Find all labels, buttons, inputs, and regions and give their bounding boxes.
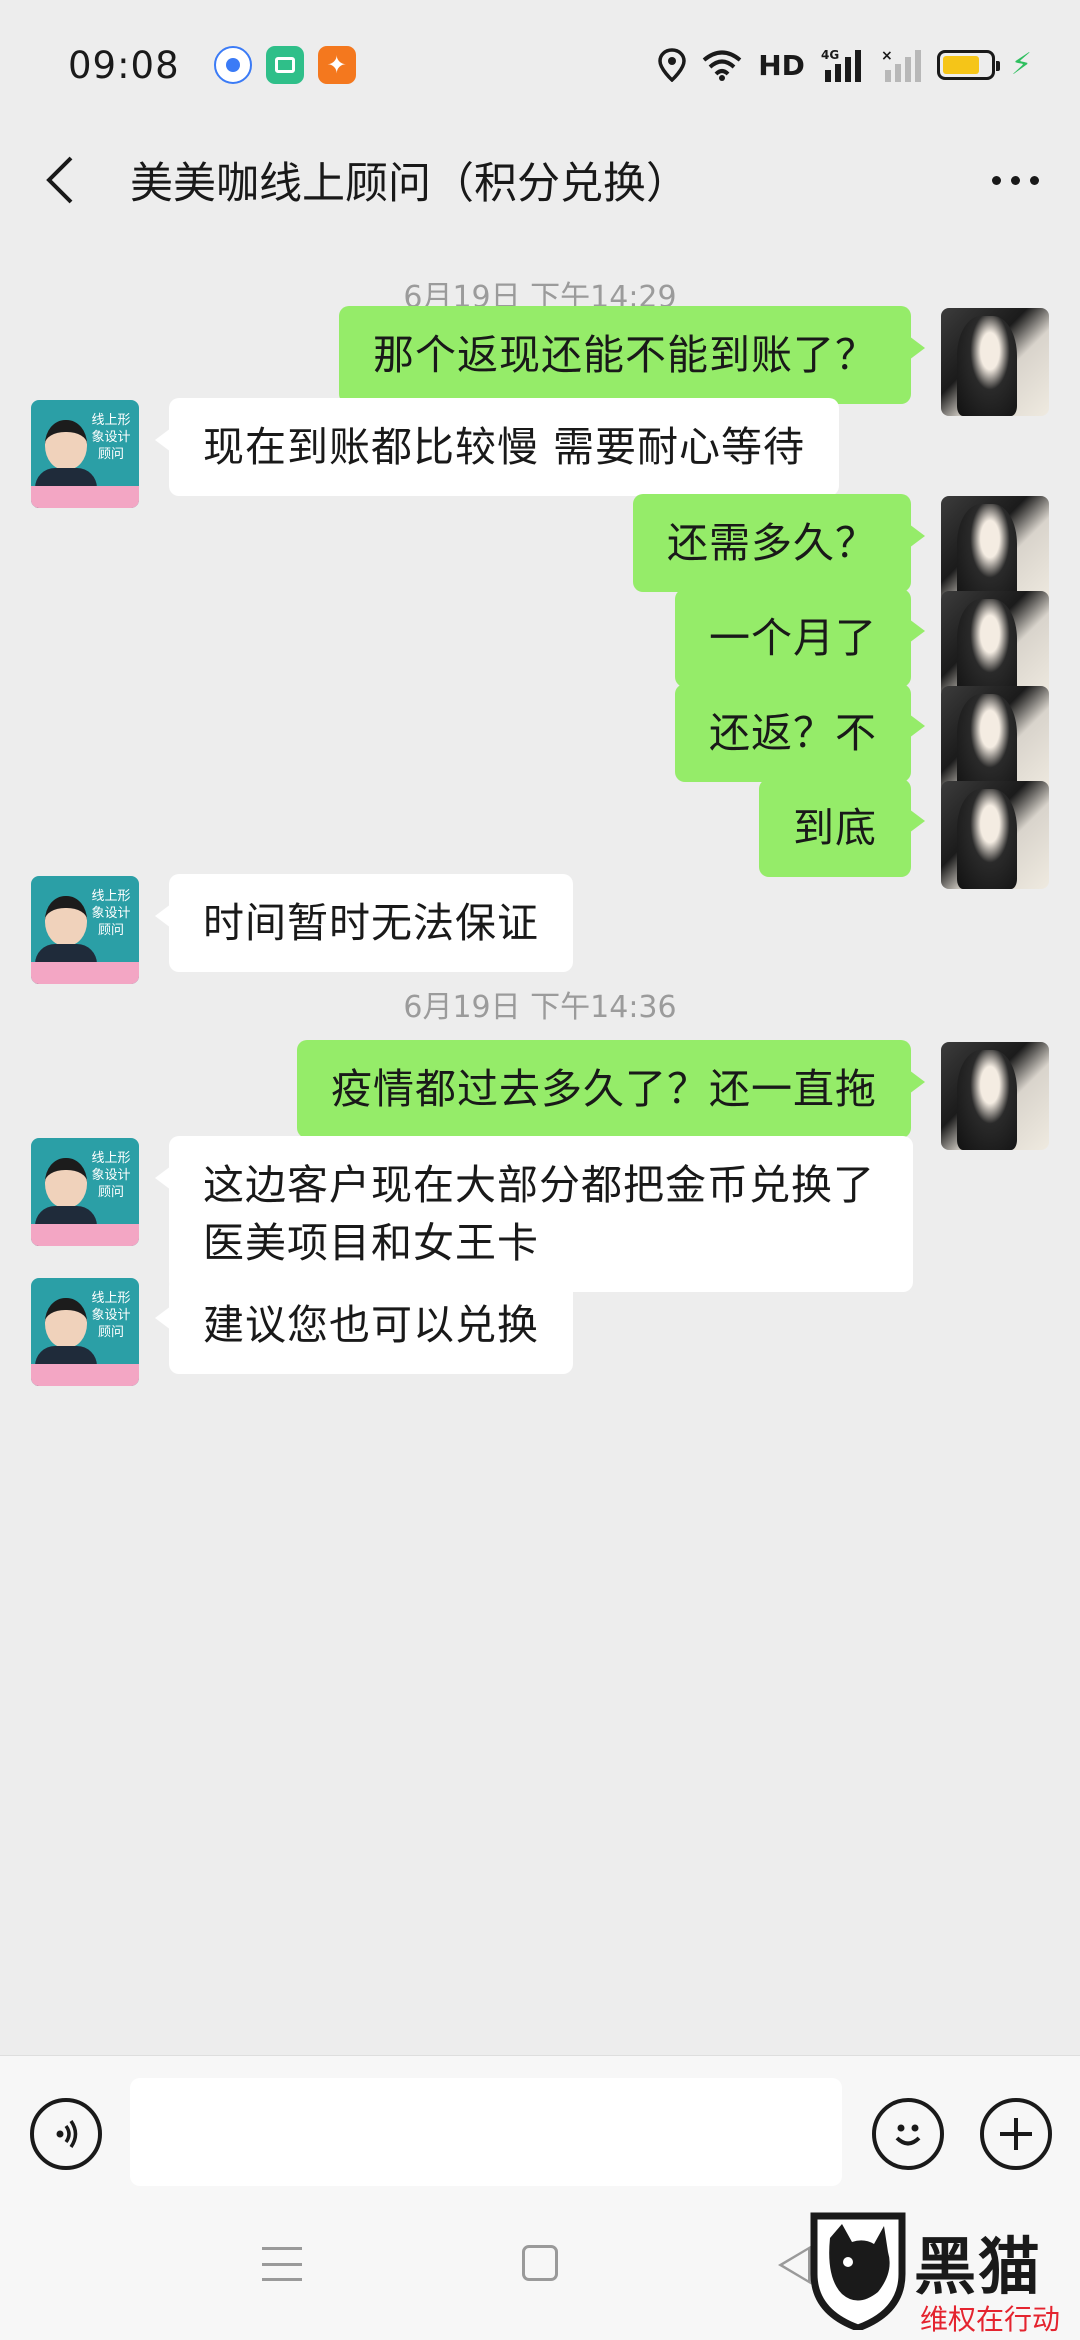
my-avatar[interactable] xyxy=(941,686,1049,794)
more-functions-button[interactable] xyxy=(980,2098,1052,2170)
input-bar xyxy=(0,2055,1080,2195)
watermark-slogan: 维权在行动 xyxy=(920,2303,1061,2336)
message-bubble[interactable]: 还返？不 xyxy=(675,684,925,782)
outgoing-message: 还返？不 xyxy=(0,684,1080,794)
incoming-message: 线上形象设计顾问 这边客户现在大部分都把金币兑换了医美项目和女王卡 xyxy=(0,1136,1080,1292)
location-icon xyxy=(658,48,686,82)
more-dots-icon xyxy=(991,175,1039,185)
advisor-avatar[interactable]: 线上形象设计顾问 xyxy=(31,1278,139,1386)
my-avatar[interactable] xyxy=(941,1042,1049,1150)
watermark-brand: 黑猫 xyxy=(914,2230,1043,2303)
status-bar: 09:08 ✦ HD 4G × ⚡ xyxy=(0,0,1080,130)
incoming-message: 线上形象设计顾问 时间暂时无法保证 xyxy=(0,874,1080,984)
message-bubble[interactable]: 到底 xyxy=(759,779,925,877)
home-button[interactable] xyxy=(522,2245,558,2281)
notification-icons: ✦ xyxy=(213,46,356,84)
chat-header: 美美咖线上顾问（积分兑换） xyxy=(0,130,1080,230)
system-back-button[interactable] xyxy=(778,2245,812,2285)
avatar-tag: 线上形象设计顾问 xyxy=(91,1151,131,1200)
wifi-icon xyxy=(702,50,742,81)
message-bubble[interactable]: 时间暂时无法保证 xyxy=(155,874,573,972)
avatar-tag: 线上形象设计顾问 xyxy=(91,413,131,462)
message-bubble[interactable]: 一个月了 xyxy=(675,589,925,687)
message-bubble[interactable]: 现在到账都比较慢 需要耐心等待 xyxy=(154,398,840,496)
avatar-tag: 线上形象设计顾问 xyxy=(91,1291,131,1340)
incoming-message: 线上形象设计顾问 现在到账都比较慢 需要耐心等待 xyxy=(0,398,1080,508)
message-bubble[interactable]: 那个返现还能不能到账了？ xyxy=(339,306,925,404)
system-icons: HD 4G × ⚡ xyxy=(658,48,1032,82)
advisor-avatar[interactable]: 线上形象设计顾问 xyxy=(31,400,139,508)
emoji-button[interactable] xyxy=(872,2098,944,2170)
my-avatar[interactable] xyxy=(941,781,1049,889)
signal-4g-icon: 4G xyxy=(821,48,861,82)
svg-text:×: × xyxy=(881,48,893,64)
avatar-tag: 线上形象设计顾问 xyxy=(91,889,131,938)
advisor-avatar[interactable]: 线上形象设计顾问 xyxy=(31,876,139,984)
timestamp: 6月19日 下午14:36 xyxy=(0,982,1080,1026)
chevron-left-icon xyxy=(46,156,73,204)
message-input[interactable] xyxy=(130,2078,842,2186)
browser-notification-icon xyxy=(213,46,252,84)
chat-title: 美美咖线上顾问（积分兑换） xyxy=(130,159,689,209)
advisor-avatar[interactable]: 线上形象设计顾问 xyxy=(31,1138,139,1246)
incoming-message: 线上形象设计顾问 建议您也可以兑换 xyxy=(0,1276,1080,1386)
timestamp-label: 6月19日 下午14:36 xyxy=(403,990,677,1025)
battery-icon xyxy=(936,50,1000,80)
network-type-label: HD xyxy=(758,48,805,82)
message-bubble[interactable]: 还需多久？ xyxy=(633,494,925,592)
plus-icon xyxy=(1000,2118,1032,2150)
outgoing-message: 一个月了 xyxy=(0,589,1080,699)
message-list[interactable]: 6月19日 下午14:29那个返现还能不能到账了？6月19日 下午14:31线上… xyxy=(0,230,1080,2055)
video-app-notification-icon: ✦ xyxy=(317,46,356,84)
voice-input-button[interactable] xyxy=(30,2098,102,2170)
message-bubble[interactable]: 建议您也可以兑换 xyxy=(155,1276,573,1374)
outgoing-message: 还需多久？ xyxy=(0,494,1080,604)
signal-secondary-icon: × xyxy=(881,48,921,82)
cat-logo-icon xyxy=(810,2212,906,2330)
outgoing-message: 到底 xyxy=(0,779,1080,889)
recent-apps-button[interactable] xyxy=(262,2247,302,2281)
my-avatar[interactable] xyxy=(941,591,1049,699)
charging-icon: ⚡ xyxy=(1010,47,1032,82)
signal-4g-label: 4G xyxy=(821,48,839,62)
message-notification-icon xyxy=(265,46,304,84)
more-options-button[interactable] xyxy=(980,150,1050,210)
back-button[interactable] xyxy=(30,150,90,210)
emoji-icon xyxy=(895,2124,921,2146)
message-bubble[interactable]: 疫情都过去多久了？还一直拖 xyxy=(297,1040,925,1138)
outgoing-message: 疫情都过去多久了？还一直拖 xyxy=(0,1040,1080,1150)
watermark: 黑猫 维权在行动 xyxy=(808,2212,1080,2340)
voice-icon xyxy=(56,2120,78,2148)
my-avatar[interactable] xyxy=(941,496,1049,604)
status-time: 09:08 xyxy=(68,43,180,87)
message-bubble[interactable]: 这边客户现在大部分都把金币兑换了医美项目和女王卡 xyxy=(155,1136,913,1292)
